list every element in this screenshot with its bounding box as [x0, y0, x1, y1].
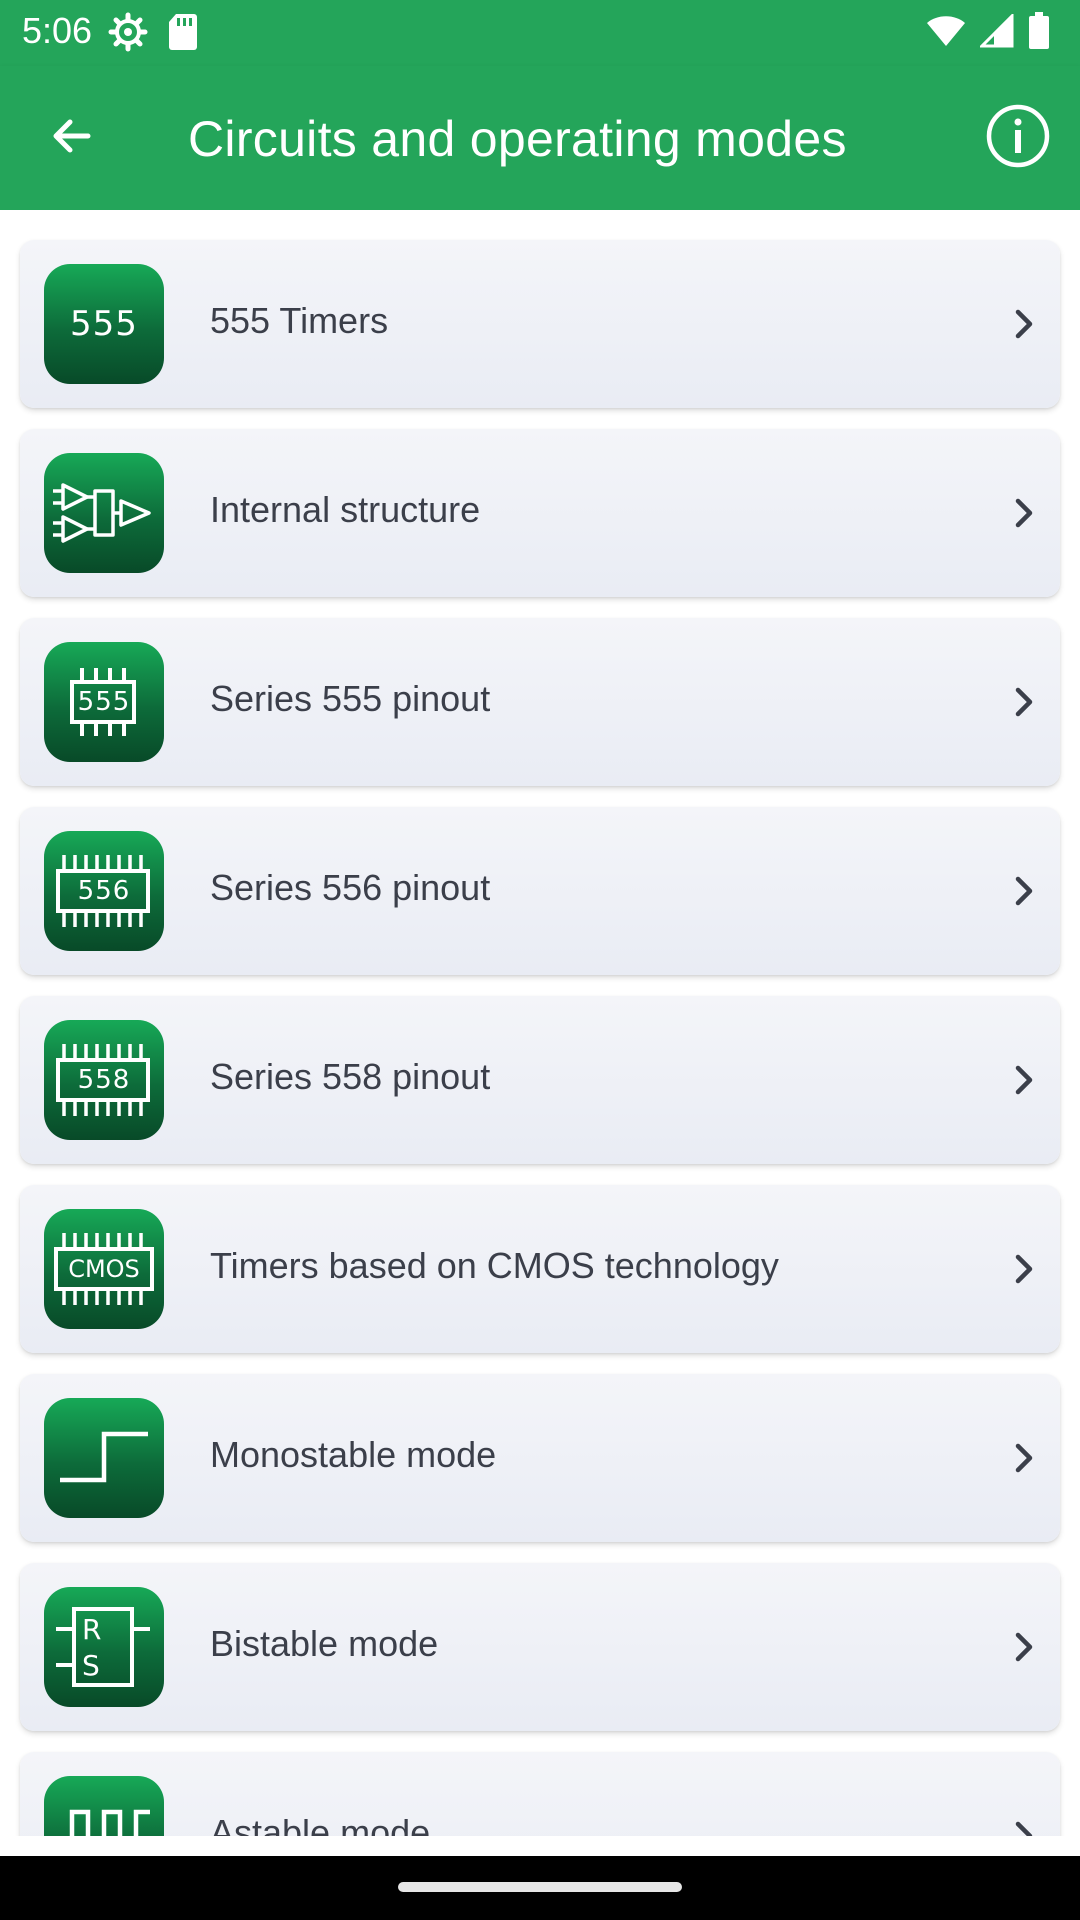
list-item-internal-structure[interactable]: Internal structure: [20, 429, 1060, 597]
chevron-right-icon: [1004, 493, 1044, 533]
chevron-right-icon: [1004, 871, 1044, 911]
list-item-label: Series 558 pinout: [210, 1056, 491, 1097]
sd-card-icon: [168, 12, 198, 57]
list-item-label: Internal structure: [210, 489, 481, 530]
list-item-series-558-pinout[interactable]: 558 Series 558 pinout: [20, 996, 1060, 1164]
chip-556-icon: 556: [44, 831, 164, 951]
navigation-bar: [0, 1856, 1080, 1920]
list-item-label: Series 556 pinout: [210, 867, 491, 908]
app-bar: Circuits and operating modes: [0, 66, 1080, 210]
info-icon: [985, 103, 1051, 174]
list-item-series-555-pinout[interactable]: 555 Series 555 pinout: [20, 618, 1060, 786]
chevron-right-icon: [1004, 1816, 1044, 1836]
chevron-right-icon: [1004, 1249, 1044, 1289]
chevron-right-icon: [1004, 1627, 1044, 1667]
list-item-label: Timers based on CMOS technology: [210, 1245, 779, 1286]
chip-558-icon: 558: [44, 1020, 164, 1140]
icon-label: CMOS: [68, 1255, 140, 1283]
chip-555-icon: 555: [44, 642, 164, 762]
chevron-right-icon: [1004, 1060, 1044, 1100]
list-item-bistable-mode[interactable]: R S Bistable mode: [20, 1563, 1060, 1731]
nav-gap: [0, 1836, 1080, 1856]
comparator-flipflop-icon: [44, 453, 164, 573]
status-time: 5:06: [22, 10, 93, 51]
icon-label: 558: [77, 1065, 131, 1095]
step-waveform-icon: [44, 1398, 164, 1518]
info-button[interactable]: [984, 104, 1052, 172]
back-button[interactable]: [40, 106, 104, 170]
list-item-label: Astable mode: [210, 1812, 431, 1836]
list-item-monostable-mode[interactable]: Monostable mode: [20, 1374, 1060, 1542]
chevron-right-icon: [1004, 1438, 1044, 1478]
icon-label-s: S: [82, 1649, 100, 1682]
chevron-right-icon: [1004, 682, 1044, 722]
list-item-label: Series 555 pinout: [210, 678, 491, 719]
status-bar: 5:06: [0, 0, 1080, 66]
icon-label: 555: [70, 304, 138, 344]
page-title: Circuits and operating modes: [188, 111, 847, 167]
list-item-label: Monostable mode: [210, 1434, 497, 1475]
home-gesture-handle[interactable]: [398, 1882, 682, 1892]
menu-list: 555 555 Timers Internal structure 555 Se…: [0, 210, 1080, 1836]
square-wave-icon: [44, 1776, 164, 1836]
list-item-555-timers[interactable]: 555 555 Timers: [20, 240, 1060, 408]
chevron-right-icon: [1004, 304, 1044, 344]
arrow-back-icon: [48, 112, 96, 165]
icon-label: 555: [77, 687, 131, 717]
chip-cmos-icon: CMOS: [44, 1209, 164, 1329]
wifi-icon: [926, 14, 966, 53]
rs-flipflop-icon: R S: [44, 1587, 164, 1707]
signal-icon: [978, 12, 1014, 53]
text-555-icon: 555: [44, 264, 164, 384]
list-item-label: 555 Timers: [210, 300, 389, 341]
icon-label: 556: [77, 876, 131, 906]
list-item-series-556-pinout[interactable]: 556 Series 556 pinout: [20, 807, 1060, 975]
battery-icon: [1028, 12, 1050, 55]
list-item-astable-mode[interactable]: Astable mode: [20, 1752, 1060, 1836]
list-item-label: Bistable mode: [210, 1623, 439, 1664]
settings-gear-icon: [108, 12, 148, 57]
list-item-cmos-timers[interactable]: CMOS Timers based on CMOS technology: [20, 1185, 1060, 1353]
icon-label-r: R: [82, 1613, 102, 1646]
